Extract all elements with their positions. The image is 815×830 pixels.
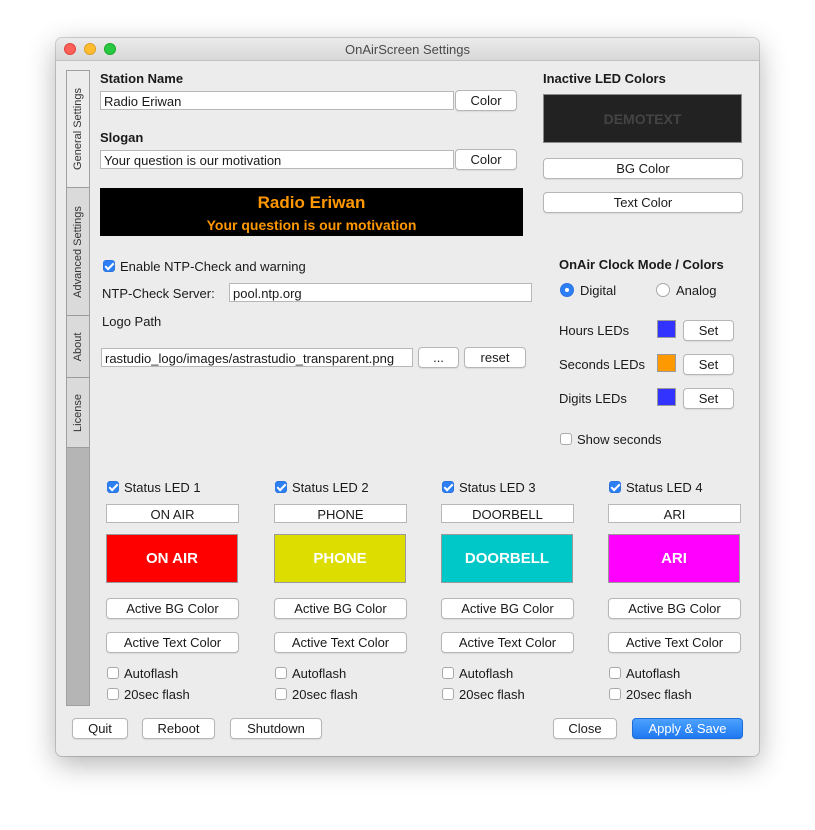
ntp-enable-label: Enable NTP-Check and warning — [120, 259, 306, 274]
logo-browse-button[interactable]: ... — [418, 347, 459, 368]
digits-leds-label: Digits LEDs — [559, 391, 627, 406]
status-led-1-autoflash-checkbox[interactable] — [107, 667, 119, 679]
tab-label: General Settings — [72, 88, 84, 170]
status-led-3-checkbox[interactable] — [442, 481, 454, 493]
status-led-1-checkbox[interactable] — [107, 481, 119, 493]
slogan-field[interactable]: Your question is our motivation — [100, 150, 454, 169]
hours-leds-swatch — [657, 320, 676, 338]
settings-window: OnAirScreen Settings General Settings Ad… — [56, 38, 759, 756]
station-name-label: Station Name — [100, 71, 184, 86]
status-led-3-autoflash-checkbox[interactable] — [442, 667, 454, 679]
status-led-4-text-field[interactable]: ARI — [608, 504, 741, 523]
status-led-4-preview: ARI — [608, 534, 740, 583]
inactive-text-color-button[interactable]: Text Color — [543, 192, 743, 213]
status-led-3-20sec-checkbox[interactable] — [442, 688, 454, 700]
status-led-2-autoflash-checkbox[interactable] — [275, 667, 287, 679]
logo-path-field[interactable]: rastudio_logo/images/astrastudio_transpa… — [101, 348, 413, 367]
inactive-led-demo: DEMOTEXT — [543, 94, 742, 143]
clock-digital-radio[interactable] — [560, 283, 574, 297]
hours-leds-set-button[interactable]: Set — [683, 320, 734, 341]
status-led-2-autoflash-label: Autoflash — [292, 666, 347, 681]
status-led-1-active-bg-button[interactable]: Active BG Color — [106, 598, 239, 619]
status-led-1-20sec-checkbox[interactable] — [107, 688, 119, 700]
inactive-bg-color-button[interactable]: BG Color — [543, 158, 743, 179]
apply-save-button[interactable]: Apply & Save — [632, 718, 743, 739]
status-led-3-autoflash-label: Autoflash — [459, 666, 514, 681]
status-led-4-active-bg-button[interactable]: Active BG Color — [608, 598, 741, 619]
tab-advanced-settings[interactable]: Advanced Settings — [67, 188, 89, 316]
shutdown-button[interactable]: Shutdown — [230, 718, 322, 739]
status-led-3-20sec-label: 20sec flash — [459, 687, 525, 702]
status-led-3-active-text-button[interactable]: Active Text Color — [441, 632, 574, 653]
preview-station-name: Radio Eriwan — [257, 193, 366, 212]
preview-slogan: Your question is our motivation — [206, 217, 417, 233]
seconds-leds-swatch — [657, 354, 676, 372]
clock-analog-radio[interactable] — [656, 283, 670, 297]
ntp-server-label: NTP-Check Server: — [102, 286, 215, 301]
status-led-4-checkbox[interactable] — [609, 481, 621, 493]
quit-button[interactable]: Quit — [72, 718, 128, 739]
clock-analog-label: Analog — [676, 283, 717, 298]
status-led-1-active-text-button[interactable]: Active Text Color — [106, 632, 239, 653]
tab-license[interactable]: License — [67, 378, 89, 448]
status-led-3-preview: DOORBELL — [441, 534, 573, 583]
logo-path-label: Logo Path — [102, 314, 162, 329]
status-led-4-active-text-button[interactable]: Active Text Color — [608, 632, 741, 653]
window-title: OnAirScreen Settings — [344, 42, 470, 57]
ntp-enable-checkbox[interactable] — [103, 260, 115, 272]
status-led-1-label: Status LED 1 — [124, 480, 201, 495]
slogan-color-button[interactable]: Color — [455, 149, 517, 170]
ntp-server-field[interactable]: pool.ntp.org — [229, 283, 532, 302]
clock-digital-label: Digital — [580, 283, 617, 298]
title-bar[interactable]: OnAirScreen Settings — [56, 38, 759, 61]
status-led-4-autoflash-label: Autoflash — [626, 666, 681, 681]
status-led-2-active-bg-button[interactable]: Active BG Color — [274, 598, 407, 619]
tab-sidebar: General Settings Advanced Settings About… — [66, 70, 90, 706]
seconds-leds-label: Seconds LEDs — [559, 357, 645, 372]
status-led-4-label: Status LED 4 — [626, 480, 703, 495]
digits-leds-set-button[interactable]: Set — [683, 388, 734, 409]
tab-label: License — [72, 393, 84, 432]
status-led-4-20sec-label: 20sec flash — [626, 687, 692, 702]
status-led-1-text-field[interactable]: ON AIR — [106, 504, 239, 523]
tab-label: Advanced Settings — [72, 205, 84, 298]
slogan-label: Slogan — [100, 130, 144, 145]
show-seconds-label: Show seconds — [577, 432, 662, 447]
status-led-4-autoflash-checkbox[interactable] — [609, 667, 621, 679]
status-led-3-text-field[interactable]: DOORBELL — [441, 504, 574, 523]
logo-reset-button[interactable]: reset — [464, 347, 526, 368]
hours-leds-label: Hours LEDs — [559, 323, 630, 338]
show-seconds-checkbox[interactable] — [560, 433, 572, 445]
status-led-4-20sec-checkbox[interactable] — [609, 688, 621, 700]
status-led-3-label: Status LED 3 — [459, 480, 536, 495]
close-button[interactable]: Close — [553, 718, 617, 739]
status-led-2-checkbox[interactable] — [275, 481, 287, 493]
reboot-button[interactable]: Reboot — [142, 718, 215, 739]
seconds-leds-set-button[interactable]: Set — [683, 354, 734, 375]
tab-label: About — [72, 332, 84, 361]
status-led-1-20sec-label: 20sec flash — [124, 687, 190, 702]
status-led-2-active-text-button[interactable]: Active Text Color — [274, 632, 407, 653]
status-led-2-label: Status LED 2 — [292, 480, 369, 495]
status-led-2-text-field[interactable]: PHONE — [274, 504, 407, 523]
status-led-2-preview: PHONE — [274, 534, 406, 583]
inactive-led-label: Inactive LED Colors — [543, 71, 666, 86]
clock-mode-label: OnAir Clock Mode / Colors — [559, 257, 724, 272]
station-name-field[interactable]: Radio Eriwan — [100, 91, 454, 110]
digits-leds-swatch — [657, 388, 676, 406]
status-led-3-active-bg-button[interactable]: Active BG Color — [441, 598, 574, 619]
status-led-2-20sec-checkbox[interactable] — [275, 688, 287, 700]
status-led-2-20sec-label: 20sec flash — [292, 687, 358, 702]
station-preview: Radio Eriwan Your question is our motiva… — [100, 188, 523, 236]
tab-about[interactable]: About — [67, 316, 89, 378]
status-led-1-preview: ON AIR — [106, 534, 238, 583]
status-led-1-autoflash-label: Autoflash — [124, 666, 179, 681]
tab-general-settings[interactable]: General Settings — [67, 71, 89, 188]
station-name-color-button[interactable]: Color — [455, 90, 517, 111]
